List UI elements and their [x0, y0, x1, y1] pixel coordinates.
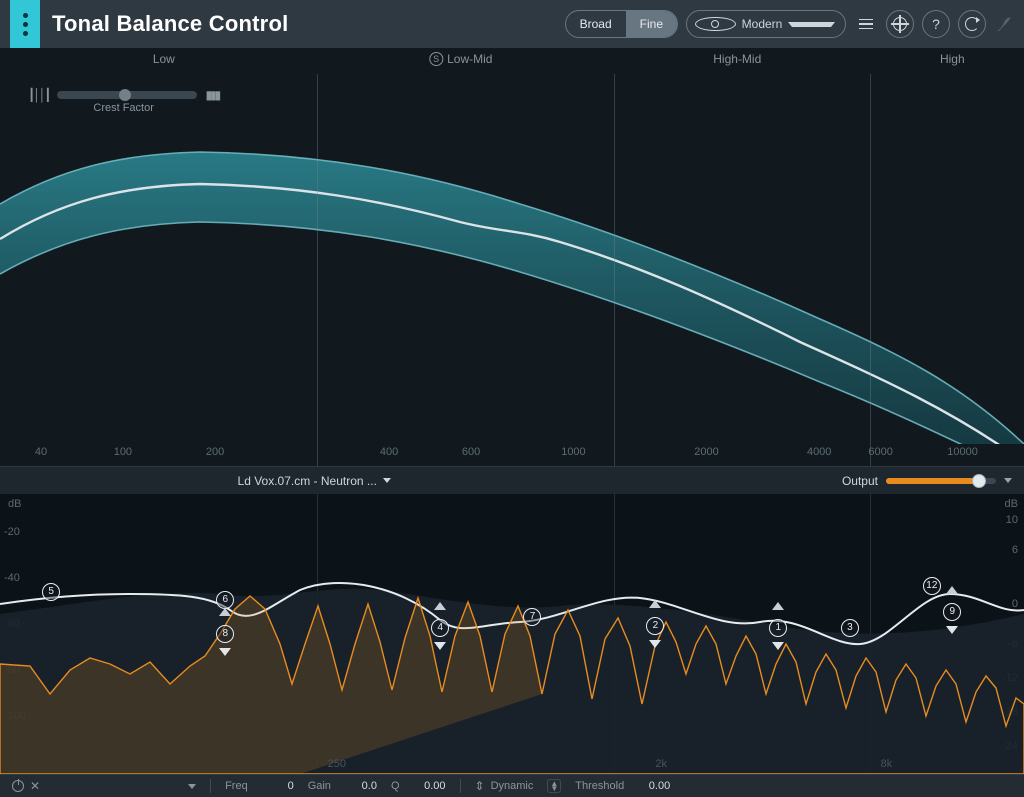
- eq-node-2-down[interactable]: [649, 640, 661, 648]
- eq-node-2-up[interactable]: [649, 600, 661, 608]
- crest-factor-meter: ┃││┃ ▮▮▮ Crest Factor: [28, 88, 219, 114]
- solo-icon: S: [429, 52, 443, 66]
- settings-button[interactable]: [886, 10, 914, 38]
- wave-narrow-icon: ┃││┃: [28, 88, 49, 102]
- izotope-icon: [994, 14, 1014, 34]
- band-divider: [317, 74, 318, 466]
- source-strip: Ld Vox.07.cm - Neutron ... Output: [0, 466, 1024, 494]
- chevron-down-icon: [383, 478, 391, 483]
- help-icon: ?: [932, 16, 940, 32]
- gain-control[interactable]: Gain 0.0: [308, 780, 377, 792]
- view-mode-broad[interactable]: Broad: [566, 11, 626, 37]
- eq-node-1-down[interactable]: [772, 642, 784, 650]
- eq-node-8-down[interactable]: [219, 648, 231, 656]
- eq-node-4-down[interactable]: [434, 642, 446, 650]
- dynamic-direction[interactable]: ▲▼: [547, 779, 561, 793]
- eq-node-1-up[interactable]: [772, 602, 784, 610]
- eq-node-9[interactable]: 9: [943, 603, 961, 621]
- band-type-dropdown[interactable]: [188, 784, 196, 789]
- brand-logo: [10, 0, 40, 48]
- band-divider: [870, 74, 871, 466]
- target-icon: [695, 17, 736, 31]
- output-menu-icon[interactable]: [1004, 478, 1012, 483]
- band-labels: Low SLow-Mid High-Mid High: [0, 48, 1024, 74]
- menu-button[interactable]: [854, 10, 878, 38]
- help-button[interactable]: ?: [922, 10, 950, 38]
- dynamic-toggle[interactable]: ⇕ Dynamic: [475, 779, 534, 793]
- preset-name: Modern: [742, 17, 783, 31]
- eq-node-9-down[interactable]: [946, 626, 958, 634]
- crest-slider[interactable]: [57, 91, 197, 99]
- preset-dropdown[interactable]: Modern: [686, 10, 846, 38]
- band-divider: [614, 74, 615, 466]
- crest-label: Crest Factor: [93, 102, 154, 114]
- eq-node-4-up[interactable]: [434, 602, 446, 610]
- app-header: Tonal Balance Control Broad Fine Modern …: [0, 0, 1024, 48]
- reset-button[interactable]: [958, 10, 986, 38]
- param-bar: ✕ Freq 0 Gain 0.0 Q 0.00 ⇕ Dynamic ▲▼ Th…: [0, 774, 1024, 797]
- menu-icon: [859, 19, 873, 30]
- band-high-mid[interactable]: High-Mid: [713, 52, 761, 66]
- eq-node-8-up[interactable]: [219, 608, 231, 616]
- close-icon[interactable]: ✕: [30, 779, 40, 793]
- threshold-control[interactable]: Threshold 0.00: [575, 780, 670, 792]
- chevron-down-icon: [788, 22, 835, 27]
- source-name: Ld Vox.07.cm - Neutron ...: [238, 474, 377, 488]
- gear-icon: [893, 17, 907, 31]
- power-icon[interactable]: [12, 780, 24, 792]
- source-dropdown[interactable]: Ld Vox.07.cm - Neutron ...: [238, 474, 391, 488]
- eq-node-9-up[interactable]: [946, 586, 958, 594]
- band-low-mid[interactable]: SLow-Mid: [429, 52, 492, 66]
- q-control[interactable]: Q 0.00: [391, 780, 446, 792]
- freq-control[interactable]: Freq 0: [225, 780, 294, 792]
- band-low[interactable]: Low: [153, 52, 175, 66]
- app-title: Tonal Balance Control: [52, 11, 288, 37]
- tonal-balance-display[interactable]: ┃││┃ ▮▮▮ Crest Factor 40 100 200 400 600…: [0, 74, 1024, 466]
- band-high[interactable]: High: [940, 52, 965, 66]
- freq-axis: 40 100 200 400 600 1000 2000 4000 6000 1…: [0, 446, 1024, 460]
- reload-icon: [965, 17, 979, 31]
- wave-wide-icon: ▮▮▮: [205, 88, 219, 102]
- view-mode-toggle[interactable]: Broad Fine: [565, 10, 678, 38]
- output-slider[interactable]: [886, 478, 996, 484]
- view-mode-fine[interactable]: Fine: [626, 11, 677, 37]
- eq-panel[interactable]: dB -20 -40 -60 -80 -100 dB 10 6 0 -6 -12…: [0, 494, 1024, 774]
- output-label: Output: [842, 474, 878, 488]
- eq-node-2[interactable]: 2: [646, 617, 664, 635]
- eq-spectrum: [0, 494, 1024, 774]
